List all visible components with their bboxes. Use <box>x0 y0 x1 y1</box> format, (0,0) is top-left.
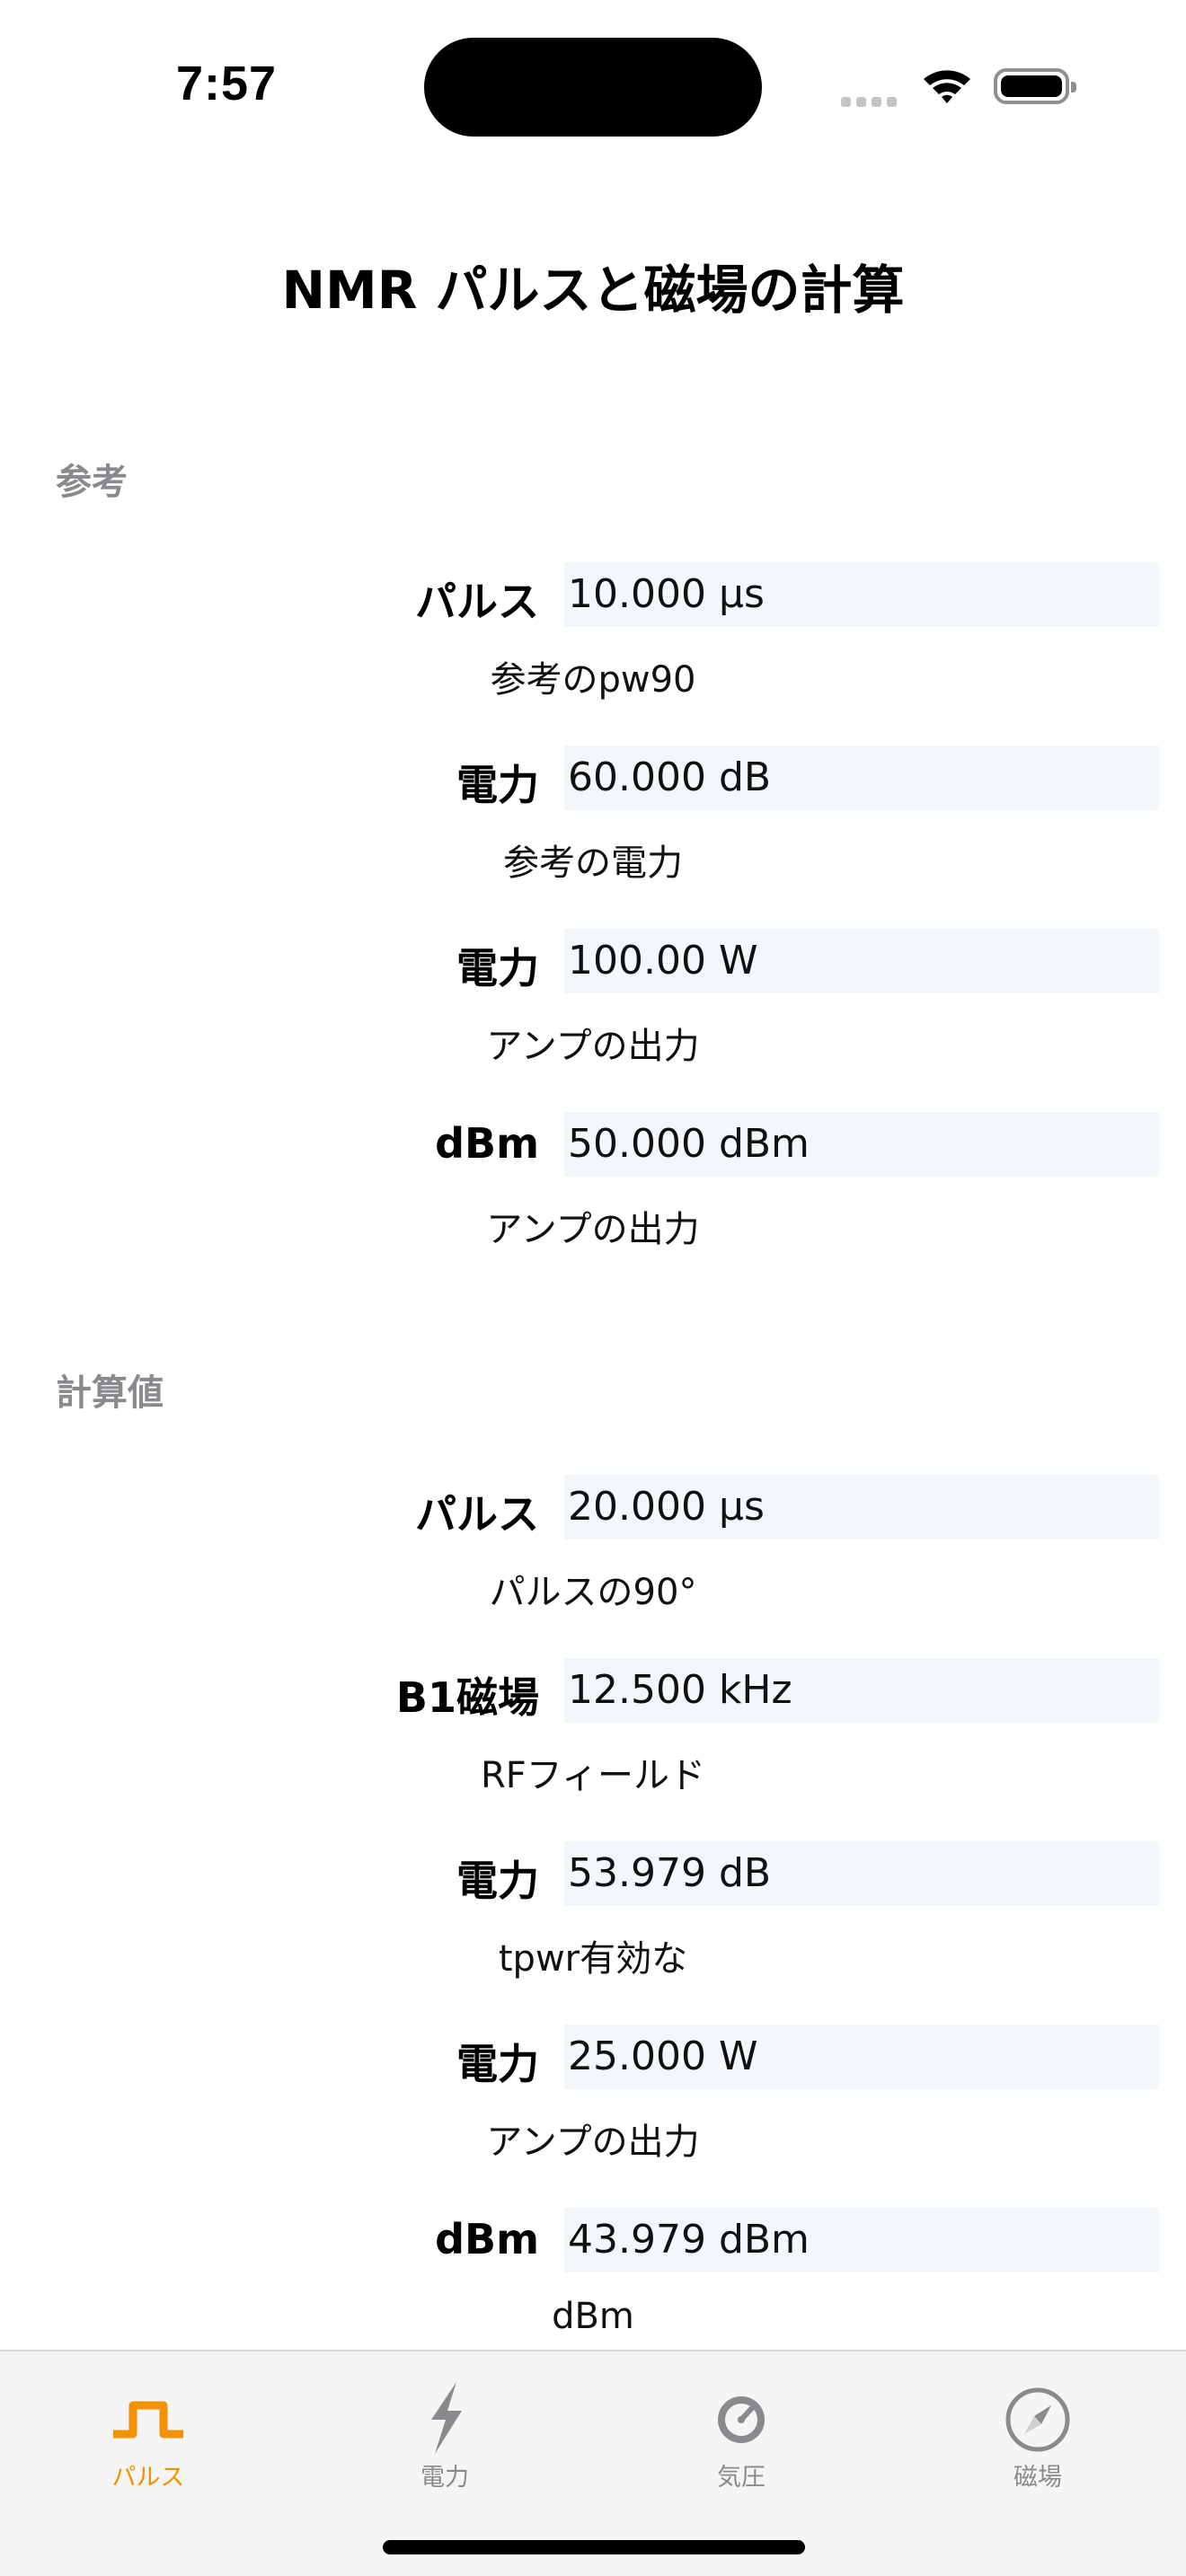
status-time: 7:57 <box>176 57 278 110</box>
tab-label: 気圧 <box>717 2464 766 2492</box>
row-caption: アンプの出力 <box>486 1209 700 1250</box>
row-label: 電力 <box>456 944 539 992</box>
page-title: NMR パルスと磁場の計算 <box>281 260 905 321</box>
reference-power-db-row: 電力 60.000 dB 参考の電力 <box>0 745 1186 925</box>
reference-dbm-row: dBm 50.000 dBm アンプの出力 <box>0 1112 1186 1292</box>
row-caption: アンプの出力 <box>486 2122 700 2163</box>
wifi-icon <box>924 70 970 103</box>
reference-power-db-field[interactable]: 60.000 dB <box>564 745 1159 810</box>
section-header-calculated: 計算値 <box>56 1372 164 1414</box>
row-label: B1磁場 <box>395 1673 539 1722</box>
row-label: パルス <box>415 578 539 626</box>
tab-label: 磁場 <box>1013 2464 1062 2492</box>
tab-label: 電力 <box>420 2464 469 2492</box>
reference-pulse-field[interactable]: 10.000 μs <box>564 562 1159 627</box>
row-caption: 参考のpw90 <box>490 659 696 701</box>
row-label: パルス <box>415 1490 539 1539</box>
calculated-power-watt-field[interactable]: 25.000 W <box>564 2025 1159 2089</box>
calculated-power-watt-row: 電力 25.000 W アンプの出力 <box>0 2025 1186 2204</box>
calculated-b1-field-row: B1磁場 12.500 kHz RFフィールド <box>0 1658 1186 1838</box>
gauge-icon <box>718 2396 765 2443</box>
row-label: 電力 <box>456 2040 539 2088</box>
battery-icon <box>994 68 1076 104</box>
row-caption: tpwr有効な <box>498 1938 688 1980</box>
calculated-dbm-field[interactable]: 43.979 dBm <box>564 2208 1159 2272</box>
calculated-power-db-field[interactable]: 53.979 dB <box>564 1841 1159 1906</box>
reference-power-watt-row: 電力 100.00 W アンプの出力 <box>0 929 1186 1108</box>
tab-pressure[interactable]: 気圧 <box>593 2366 890 2501</box>
tab-pulse[interactable]: パルス <box>0 2366 296 2501</box>
pulse-icon <box>113 2401 183 2439</box>
bolt-icon <box>431 2382 462 2454</box>
dynamic-island <box>424 38 762 137</box>
reference-dbm-field[interactable]: 50.000 dBm <box>564 1112 1159 1177</box>
row-label: dBm <box>435 2215 539 2263</box>
row-caption: RFフィールド <box>480 1755 705 1796</box>
row-caption: パルスの90° <box>489 1572 697 1613</box>
compass-icon <box>1005 2387 1070 2452</box>
home-indicator[interactable] <box>383 2540 805 2554</box>
section-header-reference: 参考 <box>56 462 128 503</box>
row-caption: アンプの出力 <box>486 1026 700 1067</box>
calculated-b1-field[interactable]: 12.500 kHz <box>564 1658 1159 1723</box>
reference-pulse-row: パルス 10.000 μs 参考のpw90 <box>0 562 1186 742</box>
row-label: 電力 <box>456 1857 539 1905</box>
row-label: 電力 <box>456 761 539 809</box>
reference-power-watt-field[interactable]: 100.00 W <box>564 929 1159 993</box>
row-label: dBm <box>435 1119 539 1168</box>
calculated-pulse-field[interactable]: 20.000 μs <box>564 1475 1159 1539</box>
row-caption: 参考の電力 <box>503 842 683 884</box>
tab-power[interactable]: 電力 <box>296 2366 593 2501</box>
tab-magnetic-field[interactable]: 磁場 <box>890 2366 1186 2501</box>
tab-label: パルス <box>111 2464 185 2492</box>
calculated-power-db-row: 電力 53.979 dB tpwr有効な <box>0 1841 1186 2021</box>
calculated-pulse-row: パルス 20.000 μs パルスの90° <box>0 1475 1186 1654</box>
cellular-signal-icon <box>841 93 902 110</box>
row-caption: dBm <box>552 2296 634 2337</box>
